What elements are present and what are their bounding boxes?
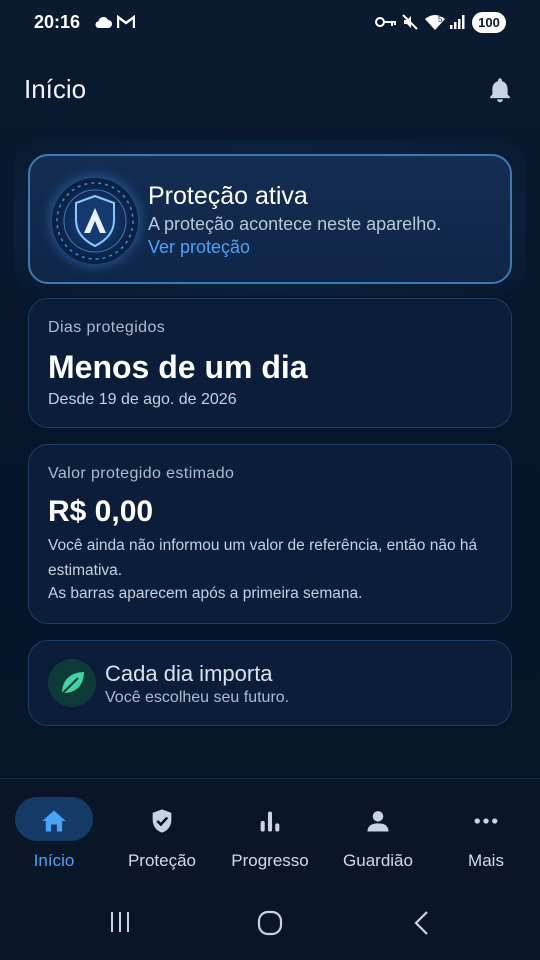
home-screen: 20:16 5 100 Início Proteção ativa A prot… [0, 0, 540, 960]
page-title: Início [24, 74, 87, 104]
nav-item-guardiao[interactable]: Guardião [324, 797, 432, 877]
cloud-icon [95, 17, 112, 28]
protection-status-card[interactable]: Proteção ativa A proteção acontece neste… [28, 154, 512, 284]
home-button-icon[interactable] [257, 910, 283, 936]
back-icon[interactable] [412, 910, 432, 936]
svg-text:5: 5 [438, 15, 443, 24]
days-protected-label: Dias protegidos [48, 319, 166, 336]
nav-label-progresso: Progresso [231, 851, 309, 870]
wifi-icon: 5 [425, 15, 445, 30]
nav-item-protecao[interactable]: Proteção [108, 797, 216, 877]
status-bar: 20:16 5 100 [0, 0, 540, 46]
shield-check-icon [152, 809, 172, 833]
nav-label-inicio: Início [33, 851, 75, 870]
home-icon [42, 810, 66, 832]
motto-card: Cada dia importa Você escolheu seu futur… [28, 640, 512, 726]
bar-chart-icon [260, 811, 280, 832]
nav-label-guardiao: Guardião [343, 851, 413, 870]
motto-title: Cada dia importa [105, 661, 273, 686]
bars-note: As barras aparecem após a primeira seman… [48, 585, 363, 602]
battery-indicator: 100 [472, 12, 506, 33]
mute-icon [402, 14, 418, 30]
signal-icon [450, 15, 465, 29]
system-navigation-bar [0, 888, 540, 960]
estimated-value-card: Valor protegido estimado R$ 0,00 Você ai… [28, 444, 512, 624]
gmail-icon [117, 15, 135, 28]
bottom-navigation: Início Proteção Progresso Guardião Mais [0, 778, 540, 888]
nav-item-progresso[interactable]: Progresso [216, 797, 324, 877]
shield-emblem-icon [52, 178, 138, 264]
person-icon [367, 811, 389, 832]
estimated-value-note: Você ainda não informou um valor de refe… [48, 537, 478, 579]
more-icon [474, 818, 498, 824]
leaf-icon [48, 659, 96, 707]
nav-item-mais[interactable]: Mais [432, 797, 540, 877]
key-icon [375, 17, 396, 27]
bell-icon[interactable] [486, 76, 514, 104]
estimated-value-amount: R$ 0,00 [48, 495, 154, 528]
days-protected-card: Dias protegidos Menos de um dia Desde 19… [28, 298, 512, 428]
view-protection-link[interactable]: Ver proteção [148, 237, 250, 258]
days-protected-since: Desde 19 de ago. de 2026 [48, 391, 237, 408]
days-protected-value: Menos de um dia [48, 349, 308, 385]
protection-status-subtitle: A proteção acontece neste aparelho. [148, 214, 442, 234]
nav-label-protecao: Proteção [127, 851, 197, 870]
estimated-value-label: Valor protegido estimado [48, 465, 235, 482]
protection-status-title: Proteção ativa [148, 182, 308, 210]
recent-apps-icon[interactable] [108, 910, 132, 934]
status-time: 20:16 [34, 12, 81, 32]
nav-label-mais: Mais [468, 851, 504, 870]
motto-subtitle: Você escolheu seu futuro. [105, 689, 290, 706]
nav-item-inicio[interactable]: Início [0, 797, 108, 877]
